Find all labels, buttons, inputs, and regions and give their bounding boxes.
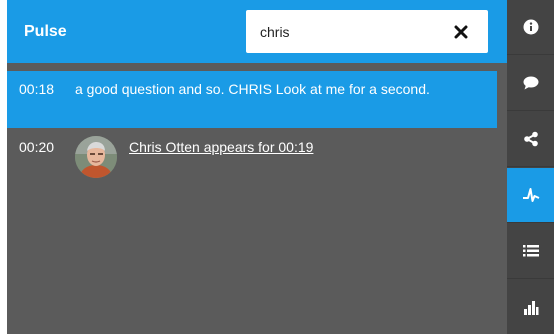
clear-search-button[interactable] — [446, 17, 476, 47]
sidebar-item-info[interactable] — [507, 0, 554, 55]
result-text: a good question and so. CHRIS Look at me… — [75, 81, 430, 97]
sidebar-item-chat[interactable] — [507, 56, 554, 111]
result-time: 00:20 — [19, 139, 55, 155]
sidebar-item-share[interactable] — [507, 112, 554, 167]
results-list: 00:18 a good question and so. CHRIS Look… — [7, 71, 507, 188]
panel-title: Pulse — [24, 23, 67, 40]
sidebar — [507, 0, 554, 334]
panel-header: Pulse — [7, 0, 507, 63]
pulse-app: Pulse 00:18 a good question and so. CHRI… — [0, 0, 554, 334]
result-row[interactable]: 00:20 Chris Otten appears for 00:19 — [7, 128, 497, 188]
info-icon — [523, 19, 538, 35]
chat-icon — [523, 76, 538, 90]
pulse-icon — [522, 188, 539, 202]
search-input[interactable] — [260, 21, 440, 43]
close-icon — [454, 25, 468, 39]
person-avatar — [75, 136, 117, 178]
sidebar-item-stats[interactable] — [507, 280, 554, 335]
result-row-highlighted[interactable]: 00:18 a good question and so. CHRIS Look… — [7, 71, 497, 128]
pulse-panel: Pulse 00:18 a good question and so. CHRI… — [7, 0, 507, 334]
search-box — [246, 10, 488, 53]
sidebar-item-list[interactable] — [507, 224, 554, 279]
list-icon — [522, 245, 539, 257]
person-avatar-image — [75, 136, 117, 178]
sidebar-item-pulse[interactable] — [507, 168, 554, 223]
bar-chart-icon — [523, 300, 538, 315]
person-appearance-link[interactable]: Chris Otten appears for 00:19 — [129, 138, 313, 180]
share-icon — [523, 131, 538, 147]
result-time: 00:18 — [19, 81, 55, 97]
